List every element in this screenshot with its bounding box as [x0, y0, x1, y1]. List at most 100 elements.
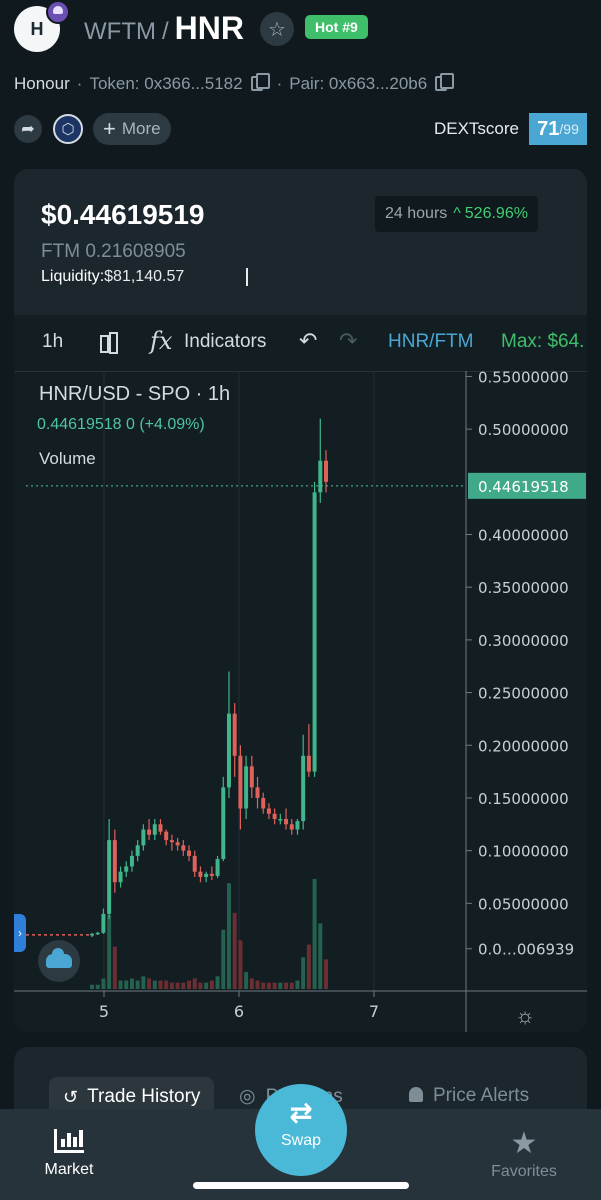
volume-bar — [278, 982, 283, 989]
indicators-button[interactable]: Indicators — [184, 331, 266, 353]
more-label: More — [121, 119, 161, 138]
candle-body — [249, 766, 254, 788]
candle-body — [192, 855, 197, 872]
candle-body — [209, 873, 214, 876]
volume-bar — [164, 980, 169, 989]
volume-bar — [101, 978, 106, 989]
token-meta-row: Honour · Token: 0x366...5182 · Pair: 0x663..… — [14, 73, 455, 94]
cloud-icon — [46, 948, 72, 968]
swap-button[interactable]: ⇄ Swap — [255, 1084, 347, 1176]
copy-pair-icon[interactable] — [435, 73, 455, 91]
candle-body — [135, 845, 140, 856]
candle-body — [295, 821, 300, 830]
volume-bar — [187, 980, 192, 989]
redo-icon[interactable]: ↷ — [339, 328, 357, 354]
y-tick-label: 0.05000000 — [478, 895, 569, 913]
symbol-toggle[interactable]: HNR/FTM — [388, 331, 473, 353]
volume-bar — [289, 982, 294, 989]
interval-selector[interactable]: 1h — [42, 331, 63, 353]
home-indicator — [193, 1182, 409, 1189]
candle-body — [232, 713, 237, 756]
volume-bar — [266, 982, 271, 989]
drawing-panel-handle[interactable]: › — [14, 914, 26, 952]
volume-bar — [221, 929, 226, 989]
undo-icon[interactable]: ↶ — [299, 328, 317, 354]
candle-body — [266, 808, 271, 814]
candle-body — [312, 492, 317, 772]
volume-bar — [244, 972, 249, 989]
nav-favorites[interactable]: ★ Favorites — [484, 1129, 564, 1181]
indicators-fx-icon[interactable]: fx — [150, 327, 172, 355]
nav-market-label: Market — [44, 1161, 94, 1178]
copy-token-icon[interactable] — [250, 73, 270, 91]
change-percent: 526.96% — [464, 205, 528, 222]
candle-body — [306, 755, 311, 772]
more-button[interactable]: + More — [93, 113, 171, 145]
text-cursor — [246, 268, 248, 286]
quote-token: WFTM — [84, 18, 156, 45]
pair-address: Pair: 0x663...20b6 — [289, 74, 428, 93]
wizard-badge-icon — [46, 0, 70, 24]
explorer-button[interactable]: ⬡ — [53, 114, 83, 144]
target-icon: ◎ — [239, 1086, 256, 1107]
candle-body — [175, 842, 180, 846]
favorite-star-button[interactable]: ☆ — [260, 12, 294, 46]
nav-favorites-label: Favorites — [491, 1163, 557, 1180]
avatar-letter: H — [30, 18, 44, 39]
share-icon: ➦ — [21, 121, 35, 138]
volume-bar — [107, 914, 112, 989]
price-ftm: FTM 0.21608905 — [41, 241, 186, 262]
candle-body — [90, 933, 94, 936]
nav-market[interactable]: Market — [40, 1129, 98, 1179]
volume-bar — [226, 883, 231, 989]
volume-bar — [209, 980, 214, 989]
tab-trade-history-label: Trade History — [87, 1086, 201, 1107]
volume-bar — [238, 940, 243, 989]
volume-bar — [272, 982, 277, 989]
tab-price-alerts[interactable]: Price Alerts — [409, 1085, 529, 1107]
candle-body — [272, 813, 277, 820]
candle-body — [284, 819, 289, 825]
y-tick-label: 0.55000000 — [478, 371, 569, 386]
share-button[interactable]: ➦ — [14, 115, 42, 143]
candle-body — [107, 840, 112, 914]
volume-bar — [95, 984, 100, 989]
hot-rank-badge[interactable]: Hot #9 — [305, 15, 368, 39]
tradingview-chart[interactable]: 1h fx Indicators ↶ ↷ HNR/FTM Max: $64. 0… — [14, 315, 587, 1032]
dextscore-label: DEXTscore — [433, 119, 519, 138]
dextscore-badge[interactable]: 71/99 — [529, 113, 587, 145]
pair-header: H WFTM / HNR ☆ Hot #9 — [0, 0, 601, 62]
volume-bar — [181, 982, 186, 989]
candle-body — [226, 713, 231, 788]
volume-bar — [90, 984, 94, 989]
volume-bar — [255, 980, 260, 989]
volume-bar — [204, 982, 209, 989]
y-tick-label: 0.20000000 — [478, 737, 569, 755]
liquidity: Liquidity:$81,140.57 — [41, 268, 184, 286]
volume-bar — [118, 980, 123, 989]
y-tick-label: 0.0…006939 — [478, 941, 574, 959]
volume-bar — [152, 980, 157, 989]
price-change-box[interactable]: 24 hours ^ 526.96% — [375, 196, 538, 232]
swap-label: Swap — [280, 1132, 322, 1149]
cloud-save-button[interactable] — [38, 940, 80, 982]
candle-body — [147, 829, 152, 835]
candle-body — [95, 932, 100, 935]
volume-bar — [135, 980, 140, 989]
base-token: HNR — [174, 10, 244, 46]
candle-body — [215, 859, 220, 876]
bar-chart-icon — [54, 1129, 84, 1153]
history-icon: ↺ — [63, 1086, 79, 1107]
last-price-label: 0.44619518 — [478, 478, 569, 496]
candle-body — [124, 866, 129, 872]
candle-body — [221, 787, 226, 860]
chart-settings-icon[interactable]: ☼ — [515, 1003, 535, 1029]
plus-icon: + — [103, 116, 116, 141]
candlestick-type-icon[interactable] — [99, 330, 118, 356]
volume-bar — [124, 980, 129, 989]
volume-bar — [175, 982, 180, 989]
candlestick-chart[interactable]: 0.55000000 0.50000000 0.40000000 0.35000000… — [14, 371, 587, 1032]
volume-bar — [232, 912, 237, 989]
chart-toolbar: 1h fx Indicators ↶ ↷ HNR/FTM Max: $64. — [14, 315, 587, 371]
candle-body — [318, 460, 323, 493]
